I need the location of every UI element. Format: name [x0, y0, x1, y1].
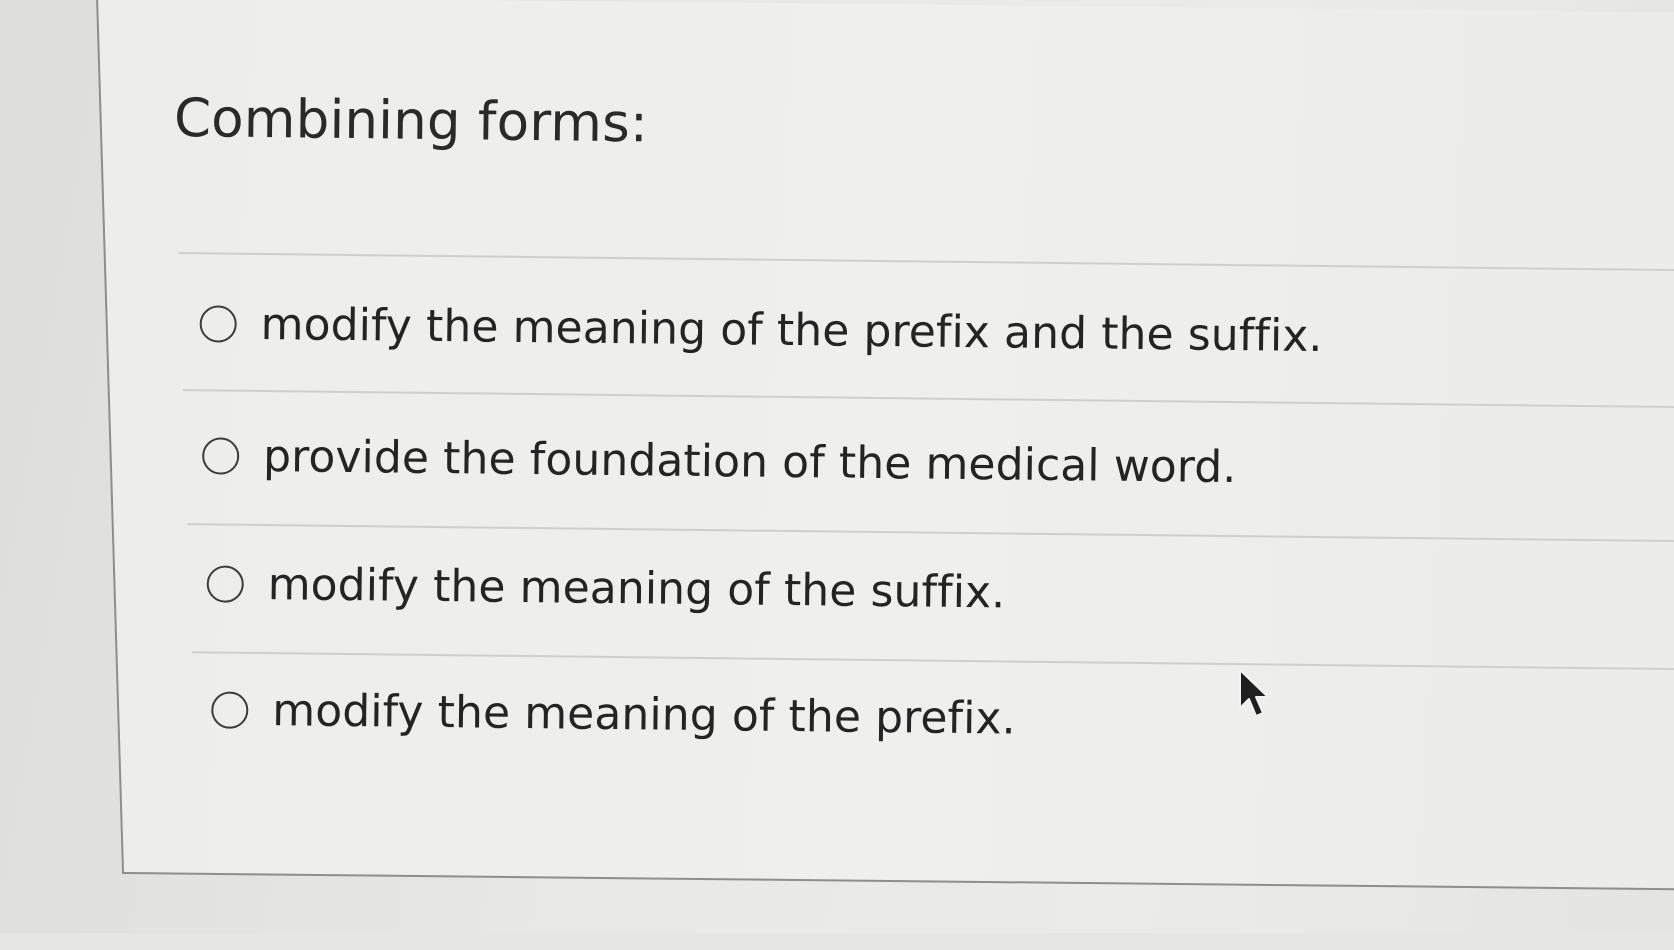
answer-option-1[interactable]: modify the meaning of the prefix and the… [199, 298, 1323, 363]
answer-option-4[interactable]: modify the meaning of the prefix. [211, 684, 1016, 745]
answer-option-label: modify the meaning of the prefix. [272, 685, 1016, 745]
answer-option-label: modify the meaning of the prefix and the… [260, 298, 1323, 363]
answer-option-label: provide the foundation of the medical wo… [262, 431, 1237, 494]
radio-button-icon[interactable] [211, 691, 249, 729]
answer-option-label: modify the meaning of the suffix. [267, 559, 1006, 619]
radio-button-icon[interactable] [201, 437, 240, 475]
answer-option-2[interactable]: provide the foundation of the medical wo… [201, 430, 1237, 494]
question-content: Combining forms: modify the meaning of t… [0, 0, 1674, 950]
divider [187, 523, 1674, 543]
answer-option-3[interactable]: modify the meaning of the suffix. [206, 558, 1006, 619]
mouse-pointer-icon [1239, 669, 1269, 717]
divider [191, 651, 1674, 671]
divider [178, 252, 1674, 272]
question-title: Combining forms: [173, 87, 649, 155]
radio-button-icon[interactable] [199, 305, 237, 343]
divider [182, 389, 1674, 409]
radio-button-icon[interactable] [206, 565, 244, 603]
